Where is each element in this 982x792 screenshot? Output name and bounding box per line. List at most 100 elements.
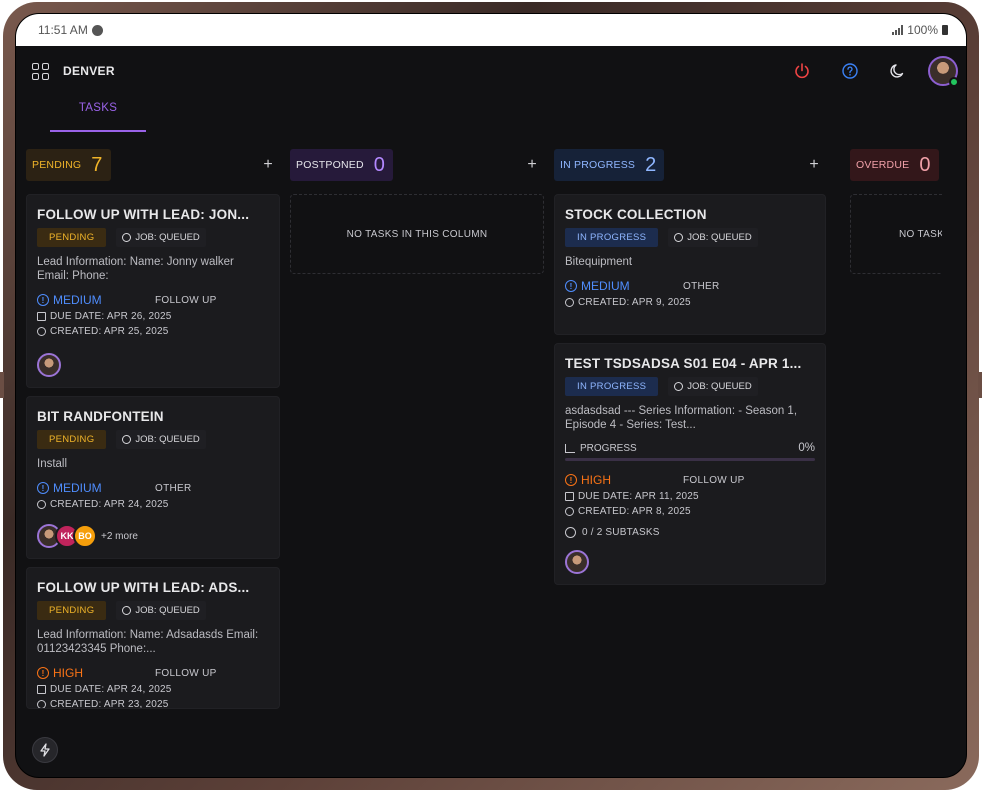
priority-icon: ! [565, 474, 577, 486]
column-title: IN PROGRESS [560, 159, 636, 171]
priority-icon: ! [37, 667, 49, 679]
subtasks-count[interactable]: 0 / 2 SUBTASKS [582, 527, 660, 538]
column-header-overdue: OVERDUE 0 [850, 149, 939, 181]
chart-icon [565, 443, 575, 453]
assignee-avatar[interactable] [37, 353, 61, 377]
help-button[interactable] [826, 51, 874, 91]
task-description: Lead Information: Name: Adsadasds Email:… [37, 629, 259, 655]
job-status: JOB: QUEUED [135, 232, 200, 243]
created-date: CREATED: APR 23, 2025 [50, 699, 169, 709]
progress-bar [565, 458, 815, 461]
created-date: CREATED: APR 8, 2025 [578, 506, 691, 517]
quick-action-button[interactable] [32, 737, 58, 763]
job-badge: JOB: QUEUED [116, 228, 206, 247]
due-date: DUE DATE: APR 11, 2025 [578, 491, 699, 502]
column-title: OVERDUE [856, 159, 910, 171]
task-category: FOLLOW UP [155, 667, 217, 679]
column-pending: PENDING 7 + FOLLOW UP WITH LEAD: JON... … [26, 148, 280, 777]
battery-level: 100% [907, 23, 938, 37]
column-count: 0 [919, 153, 931, 176]
empty-column-message: NO TASKS IN THIS COLUMN [290, 194, 544, 274]
power-button[interactable] [778, 51, 826, 91]
battery-icon [942, 25, 948, 35]
due-date: DUE DATE: APR 26, 2025 [50, 311, 172, 322]
more-assignees[interactable]: +2 more [101, 531, 138, 542]
priority-icon: ! [37, 482, 49, 494]
column-title: POSTPONED [296, 159, 364, 171]
calendar-icon [37, 312, 46, 321]
help-icon [842, 63, 858, 79]
task-description: Bitequipment [565, 256, 633, 268]
power-icon [795, 63, 809, 79]
task-card[interactable]: TEST TSDSADSA S01 E04 - APR 1... IN PROG… [554, 343, 826, 585]
status-badge: IN PROGRESS [565, 377, 659, 396]
empty-column-message: NO TASKS IN THIS COLUMN [850, 194, 942, 274]
add-task-button[interactable]: + [520, 156, 544, 174]
theme-toggle-button[interactable] [874, 51, 922, 91]
progress-label: PROGRESS [580, 442, 637, 454]
priority-label: HIGH [581, 473, 611, 487]
priority-icon: ! [565, 280, 577, 292]
add-task-button[interactable]: + [802, 156, 826, 174]
timer-icon [674, 233, 684, 242]
priority-icon: ! [37, 294, 49, 306]
app-screen: 11:51 AM 100% DENVER TASKS PENDING 7 + F… [15, 13, 967, 778]
job-status: JOB: QUEUED [687, 232, 752, 243]
task-title: STOCK COLLECTION [565, 207, 707, 222]
online-status-indicator [949, 77, 959, 87]
column-title: PENDING [32, 159, 82, 171]
apps-grid-icon[interactable] [32, 62, 49, 80]
column-count: 0 [373, 153, 386, 176]
task-description: asdasdsad --- Series Information: - Seas… [565, 405, 798, 431]
task-category: OTHER [683, 280, 720, 292]
clock-icon [565, 298, 574, 307]
device-hinge-right [978, 372, 982, 398]
lightning-icon [40, 743, 50, 757]
column-postponed: POSTPONED 0 + NO TASKS IN THIS COLUMN [290, 148, 544, 777]
priority: ! MEDIUM [37, 481, 155, 495]
task-description: Install [37, 458, 68, 470]
created-date: CREATED: APR 9, 2025 [578, 297, 691, 308]
status-time: 11:51 AM [38, 23, 88, 37]
task-title: TEST TSDSADSA S01 E04 - APR 1... [565, 356, 802, 371]
task-category: OTHER [155, 482, 192, 494]
priority-label: HIGH [53, 666, 83, 680]
signal-icon [892, 25, 904, 35]
status-badge: PENDING [37, 601, 107, 620]
app-header: DENVER [16, 46, 966, 96]
job-status: JOB: QUEUED [135, 434, 200, 445]
tab-bar: TASKS [16, 96, 966, 136]
assignee-avatar[interactable]: BO [73, 524, 97, 548]
timer-icon [122, 435, 132, 444]
timer-icon [122, 233, 132, 242]
task-card[interactable]: STOCK COLLECTION IN PROGRESS JOB: QUEUED… [554, 194, 826, 335]
priority: ! HIGH [37, 666, 155, 680]
job-status: JOB: QUEUED [135, 605, 200, 616]
status-badge: PENDING [37, 430, 107, 449]
task-category: FOLLOW UP [683, 474, 745, 486]
status-badge: PENDING [37, 228, 107, 247]
priority-label: MEDIUM [581, 279, 630, 293]
due-date: DUE DATE: APR 24, 2025 [50, 684, 172, 695]
assignee-avatar[interactable] [565, 550, 589, 574]
job-badge: JOB: QUEUED [668, 377, 758, 396]
task-card[interactable]: FOLLOW UP WITH LEAD: JON... PENDING JOB:… [26, 194, 280, 388]
clock-icon [565, 507, 574, 516]
check-circle-icon [565, 527, 576, 538]
priority: ! HIGH [565, 473, 683, 487]
progress-percent: 0% [798, 442, 815, 454]
task-card[interactable]: BIT RANDFONTEIN PENDING JOB: QUEUED Inst… [26, 396, 280, 559]
calendar-icon [565, 492, 574, 501]
clock-icon [37, 500, 46, 509]
tab-tasks[interactable]: TASKS [50, 96, 146, 132]
job-badge: JOB: QUEUED [116, 430, 206, 449]
priority: ! MEDIUM [565, 279, 683, 293]
workspace-name[interactable]: DENVER [63, 64, 115, 78]
task-card[interactable]: FOLLOW UP WITH LEAD: ADS... PENDING JOB:… [26, 567, 280, 709]
job-status: JOB: QUEUED [687, 381, 752, 392]
user-avatar[interactable] [928, 56, 959, 87]
task-title: FOLLOW UP WITH LEAD: JON... [37, 207, 250, 222]
add-task-button[interactable]: + [256, 156, 280, 174]
priority: ! MEDIUM [37, 293, 155, 307]
created-date: CREATED: APR 25, 2025 [50, 326, 169, 337]
